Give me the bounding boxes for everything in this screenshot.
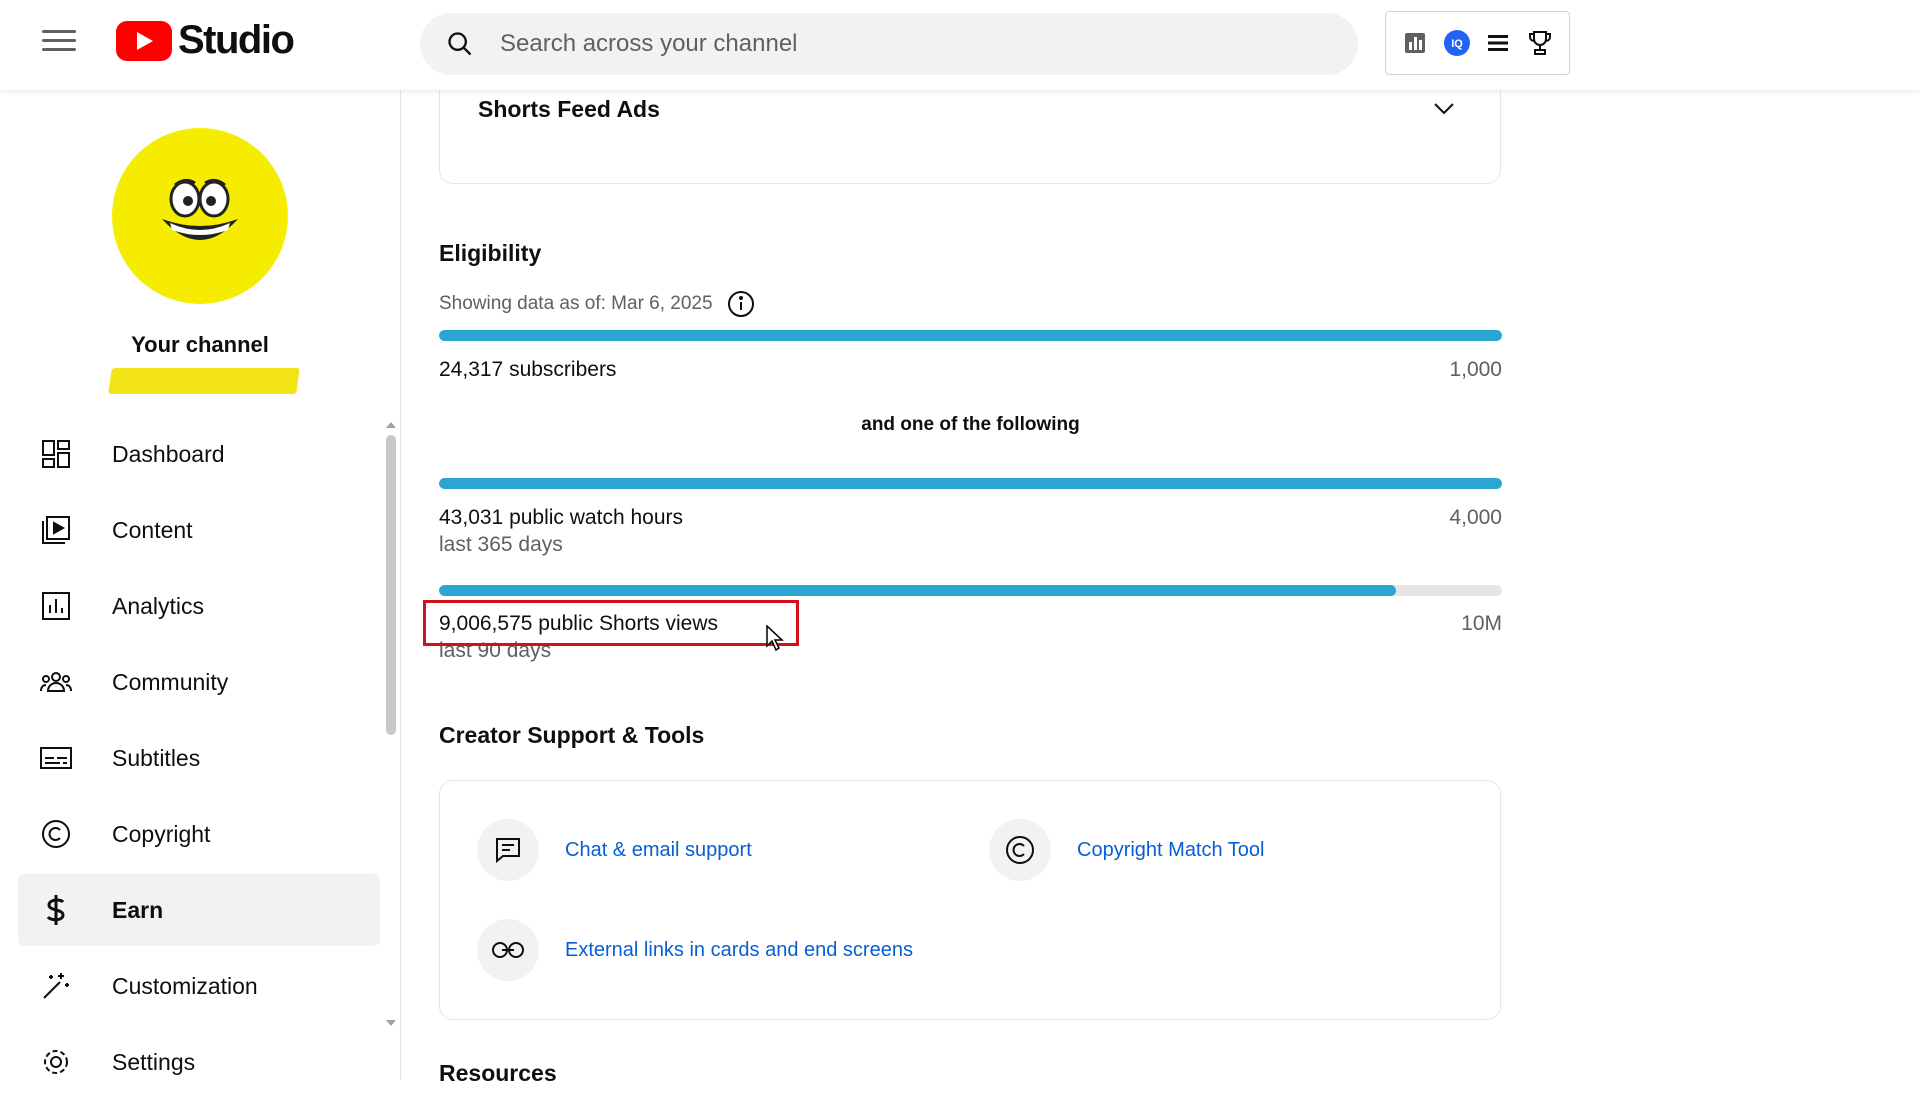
sidebar-item-copyright[interactable]: Copyright [18, 798, 380, 870]
sidebar-item-label: Analytics [112, 592, 205, 619]
data-as-of: Showing data as of: Mar 6, 2025 [439, 290, 755, 318]
tool-label[interactable]: Copyright Match Tool [1077, 839, 1265, 862]
copyright-icon [38, 816, 74, 852]
tool-label[interactable]: Chat & email support [565, 839, 752, 862]
sidebar-item-community[interactable]: Community [18, 646, 380, 718]
sidebar: Your channel Dashboard Content Analytics… [0, 90, 401, 1080]
content-icon [38, 512, 74, 548]
sidebar-item-subtitles[interactable]: Subtitles [18, 722, 380, 794]
chat-icon [477, 819, 539, 881]
subscribers-target: 1,000 [1449, 358, 1502, 381]
sidebar-item-analytics[interactable]: Analytics [18, 570, 380, 642]
tool-label[interactable]: External links in cards and end screens [565, 939, 913, 962]
sidebar-item-label: Earn [112, 896, 164, 923]
sidebar-item-content[interactable]: Content [18, 494, 380, 566]
trophy-icon[interactable] [1526, 29, 1554, 57]
and-one-of-following: and one of the following [861, 414, 1080, 435]
shorts-views-target: 10M [1461, 612, 1502, 635]
youtube-studio-logo[interactable]: Studio [116, 18, 295, 63]
as-of-text: Showing data as of: Mar 6, 2025 [439, 293, 713, 314]
copyright-match-tool-link[interactable]: Copyright Match Tool [989, 819, 1265, 881]
sidebar-item-label: Customization [112, 972, 258, 999]
dollar-icon [38, 892, 74, 928]
analytics-icon [38, 588, 74, 624]
channel-avatar[interactable] [112, 128, 288, 304]
community-icon [38, 664, 74, 700]
logo-text: Studio [178, 18, 295, 62]
sidebar-item-dashboard[interactable]: Dashboard [18, 418, 380, 490]
progress-fill [439, 330, 1502, 341]
scroll-up-arrow[interactable] [386, 422, 396, 428]
sidebar-item-label: Community [112, 668, 229, 695]
eligibility-title: Eligibility [439, 240, 542, 266]
sidebar-item-label: Dashboard [112, 440, 225, 467]
subscribers-progress-bar [439, 330, 1502, 341]
magic-wand-icon [38, 968, 74, 1004]
highlight-box [423, 600, 799, 646]
subscribers-count: 24,317 subscribers [439, 358, 617, 381]
scroll-down-arrow[interactable] [386, 1020, 396, 1026]
sidebar-item-label: Copyright [112, 820, 211, 847]
shorts-views-progress-bar [439, 585, 1502, 596]
extension-toolbar: IQ [1385, 11, 1570, 75]
main-content: Shorts Feed Ads Eligibility Showing data… [400, 70, 1920, 1086]
progress-fill [439, 478, 1502, 489]
resources-title: Resources [439, 1060, 557, 1086]
sidebar-item-customization[interactable]: Customization [18, 950, 380, 1022]
watch-hours-period: last 365 days [439, 533, 563, 556]
creator-tools-card: Chat & email support Copyright Match Too… [439, 780, 1501, 1020]
search-bar[interactable] [420, 13, 1358, 75]
analytics-chart-icon[interactable] [1401, 29, 1429, 57]
list-icon[interactable] [1484, 29, 1512, 57]
info-icon[interactable] [727, 290, 755, 318]
watch-hours-progress-bar [439, 478, 1502, 489]
search-icon[interactable] [446, 30, 474, 58]
watch-hours-count: 43,031 public watch hours [439, 506, 683, 529]
search-input[interactable] [498, 29, 1262, 59]
mouse-cursor-icon [766, 625, 784, 651]
watch-hours-target: 4,000 [1449, 506, 1502, 529]
gear-icon [38, 1044, 74, 1080]
progress-fill [439, 585, 1397, 596]
menu-icon[interactable] [38, 24, 80, 60]
chevron-down-icon[interactable] [1432, 100, 1456, 116]
sidebar-item-settings[interactable]: Settings [18, 1026, 380, 1098]
sidebar-item-label: Subtitles [112, 744, 201, 771]
sidebar-item-earn[interactable]: Earn [18, 874, 380, 946]
external-links-link[interactable]: External links in cards and end screens [477, 919, 913, 981]
youtube-logo-icon [116, 20, 172, 61]
svg-text:IQ: IQ [1451, 38, 1463, 50]
dashboard-icon [38, 436, 74, 472]
sidebar-scrollbar[interactable] [386, 435, 396, 735]
creator-support-title: Creator Support & Tools [439, 722, 705, 748]
vidiq-icon[interactable]: IQ [1443, 29, 1471, 57]
sidebar-item-label: Settings [112, 1048, 196, 1075]
copyright-icon [989, 819, 1051, 881]
top-header: Studio IQ [0, 0, 1920, 90]
highlight-mark [108, 368, 300, 394]
link-icon [477, 919, 539, 981]
shorts-feed-ads-title: Shorts Feed Ads [478, 96, 660, 122]
smiley-face-icon [162, 178, 238, 240]
sidebar-item-label: Content [112, 516, 193, 543]
channel-label: Your channel [131, 332, 269, 357]
subtitles-icon [38, 740, 74, 776]
chat-email-support-link[interactable]: Chat & email support [477, 819, 752, 881]
